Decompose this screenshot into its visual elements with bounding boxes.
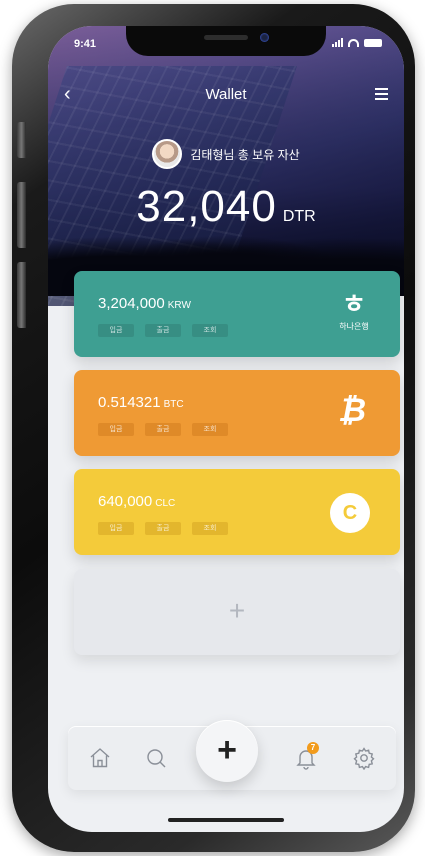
withdraw-button[interactable]: 출금 xyxy=(145,522,181,535)
inquiry-button[interactable]: 조회 xyxy=(192,423,228,436)
wallet-card-clc[interactable]: 640,000 CLC 입금 출금 조회 C xyxy=(74,469,400,555)
wallet-card-krw[interactable]: 3,204,000 KRW 입금 출금 조회 ㅎ 하나은행 xyxy=(74,271,400,357)
bank-name: 하나은행 xyxy=(339,322,369,331)
deposit-button[interactable]: 입금 xyxy=(98,324,134,337)
phone-frame: 9:41 ‹ Wallet 김태형님 총 보유 자산 32,040 DTR 3,2… xyxy=(12,4,415,852)
home-icon[interactable] xyxy=(88,746,112,770)
bitcoin-icon: ₿ xyxy=(337,392,366,428)
add-button[interactable]: + xyxy=(196,720,258,782)
user-asset-label: 김태형님 총 보유 자산 xyxy=(190,147,300,162)
card-balance: 0.514321 BTC xyxy=(98,394,184,411)
battery-icon xyxy=(364,38,382,47)
avatar[interactable] xyxy=(152,139,183,169)
user-summary: 김태형님 총 보유 자산 xyxy=(48,139,404,169)
inquiry-button[interactable]: 조회 xyxy=(192,522,228,535)
gear-icon[interactable] xyxy=(352,746,376,771)
plus-icon: + xyxy=(228,595,246,626)
home-indicator xyxy=(168,818,284,822)
volume-up-button xyxy=(17,182,26,248)
signal-icon xyxy=(332,38,343,47)
phone-screen: 9:41 ‹ Wallet 김태형님 총 보유 자산 32,040 DTR 3,2… xyxy=(48,26,404,832)
card-balance-amount: 640,000 xyxy=(98,493,153,510)
card-currency: CLC xyxy=(155,498,176,509)
status-bar: 9:41 xyxy=(48,38,404,56)
notification-badge: 7 xyxy=(307,742,319,754)
card-currency: BTC xyxy=(163,399,184,410)
card-balance-amount: 3,204,000 xyxy=(98,295,165,312)
page-title: Wallet xyxy=(205,86,247,103)
hamburger-menu-icon[interactable] xyxy=(375,88,388,103)
status-time: 9:41 xyxy=(74,38,97,50)
card-balance-amount: 0.514321 xyxy=(98,394,161,411)
withdraw-button[interactable]: 출금 xyxy=(145,324,181,337)
card-balance: 3,204,000 KRW xyxy=(98,295,191,312)
card-balance: 640,000 CLC xyxy=(98,493,175,510)
wallet-card-btc[interactable]: 0.514321 BTC 입금 출금 조회 ₿ xyxy=(74,370,400,456)
total-balance: 32,040 DTR xyxy=(48,182,404,232)
top-nav: ‹ Wallet xyxy=(48,82,404,108)
total-amount: 32,040 xyxy=(136,182,277,231)
clc-coin-icon: C xyxy=(330,493,370,533)
total-unit: DTR xyxy=(282,208,316,225)
card-actions: 입금 출금 조회 xyxy=(98,423,228,436)
withdraw-button[interactable]: 출금 xyxy=(145,423,181,436)
add-wallet-card[interactable]: + xyxy=(74,569,400,655)
deposit-button[interactable]: 입금 xyxy=(98,423,134,436)
hana-bank-icon: ㅎ xyxy=(342,289,366,319)
volume-down-button xyxy=(17,262,26,328)
bottom-tab-bar: + 7 xyxy=(68,720,396,790)
inquiry-button[interactable]: 조회 xyxy=(192,324,228,337)
deposit-button[interactable]: 입금 xyxy=(98,522,134,535)
bell-icon[interactable]: 7 xyxy=(294,742,319,770)
wifi-icon xyxy=(348,38,359,47)
hana-bank-logo: ㅎ 하나은행 xyxy=(332,289,376,332)
card-actions: 입금 출금 조회 xyxy=(98,522,228,535)
card-currency: KRW xyxy=(167,300,191,311)
search-icon[interactable] xyxy=(144,746,168,770)
mute-switch xyxy=(17,122,26,158)
card-actions: 입금 출금 조회 xyxy=(98,324,228,337)
status-icons xyxy=(332,38,382,47)
